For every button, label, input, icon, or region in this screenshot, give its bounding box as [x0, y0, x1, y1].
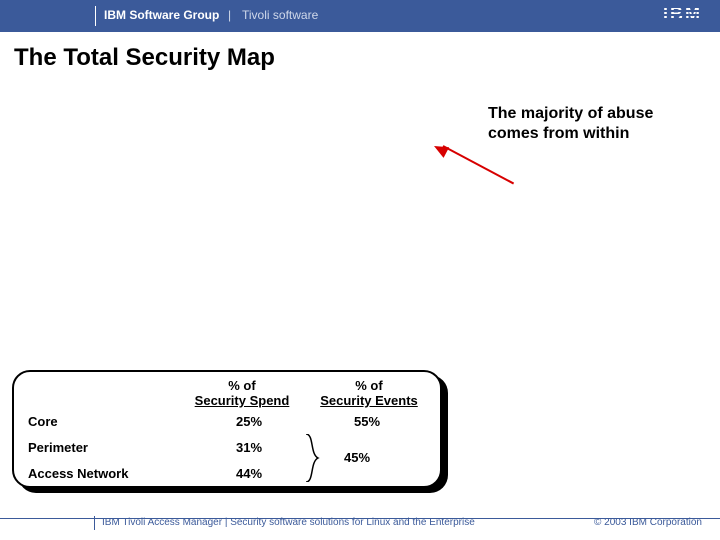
- header-bar: IBM Software Group | Tivoli software IBM: [0, 0, 720, 32]
- col-header-events: % of Security Events: [304, 378, 434, 408]
- col-header-spend-line2: Security Spend: [172, 393, 312, 408]
- page-title: The Total Security Map: [14, 44, 275, 72]
- security-table: % of Security Spend % of Security Events…: [12, 370, 442, 488]
- col-header-spend: % of Security Spend: [172, 378, 312, 408]
- col-header-spend-line1: % of: [172, 378, 312, 393]
- cell-combined-events: 45%: [344, 450, 370, 465]
- header-group: IBM Software Group: [104, 8, 219, 22]
- footer-left: IBM Tivoli Access Manager | Security sof…: [102, 517, 475, 528]
- footer-rule: [94, 516, 95, 530]
- row-label-core: Core: [28, 414, 58, 429]
- brace-icon: [304, 434, 324, 482]
- footer: IBM Tivoli Access Manager | Security sof…: [0, 514, 720, 534]
- header-product: Tivoli software: [242, 8, 318, 22]
- cell-perimeter-spend: 31%: [194, 440, 304, 455]
- row-label-access: Access Network: [28, 466, 128, 481]
- cell-core-spend: 25%: [194, 414, 304, 429]
- row-label-perimeter: Perimeter: [28, 440, 88, 455]
- header-rule: [95, 6, 96, 26]
- col-header-events-line1: % of: [304, 378, 434, 393]
- footer-right: © 2003 IBM Corporation: [594, 517, 702, 528]
- header-divider: |: [228, 8, 231, 22]
- cell-core-events: 55%: [312, 414, 422, 429]
- col-header-events-line2: Security Events: [304, 393, 434, 408]
- cell-access-spend: 44%: [194, 466, 304, 481]
- callout-text: The majority of abuse comes from within: [488, 104, 688, 144]
- slide: IBM Software Group | Tivoli software IBM…: [0, 0, 720, 540]
- ibm-logo: IBM: [663, 4, 702, 25]
- arrow-icon: [428, 145, 518, 190]
